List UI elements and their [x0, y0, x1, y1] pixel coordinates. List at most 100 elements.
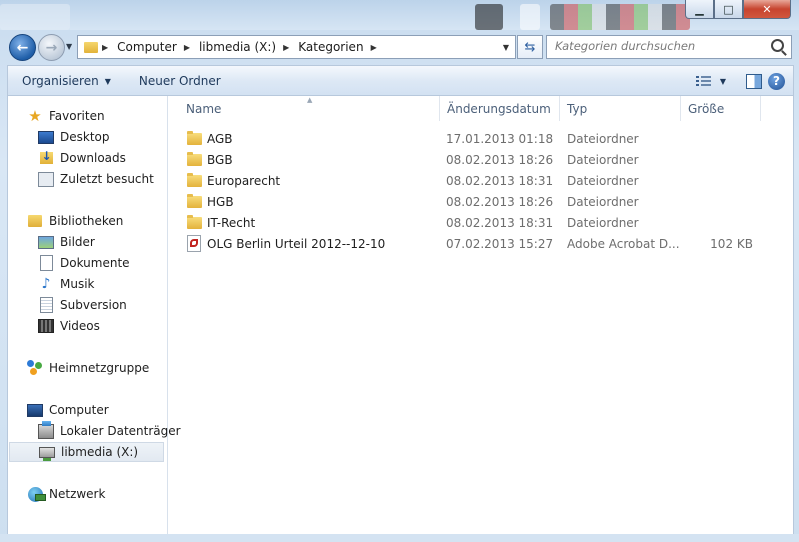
- sidebar-item-favoriten[interactable]: ★ Favoriten: [27, 106, 105, 126]
- chevron-right-icon[interactable]: ▶: [279, 43, 295, 52]
- sidebar-item-desktop[interactable]: Desktop: [38, 127, 110, 147]
- subversion-icon: [39, 297, 53, 313]
- chevron-right-icon: ▶: [102, 42, 109, 52]
- background-ghost: [475, 4, 503, 30]
- documents-icon: [39, 255, 53, 271]
- change-view-button[interactable]: [695, 75, 714, 88]
- sidebar-item-label: libmedia (X:): [61, 445, 139, 459]
- sidebar-item-dokumente[interactable]: Dokumente: [38, 253, 130, 273]
- help-icon[interactable]: ?: [768, 72, 785, 90]
- file-row[interactable]: AGB 17.01.2013 01:18 Dateiordner: [168, 128, 793, 149]
- close-button[interactable]: ✕: [743, 0, 791, 19]
- column-header-label: Größe: [688, 101, 725, 116]
- search-box[interactable]: [546, 35, 792, 59]
- title-bar: ▁ □ ✕: [0, 0, 799, 30]
- file-name: AGB: [207, 131, 233, 146]
- network-drive-icon: [39, 446, 55, 461]
- downloads-icon: [39, 149, 53, 164]
- back-arrow-icon: ←: [16, 39, 29, 56]
- column-header-size[interactable]: Größe: [681, 96, 761, 121]
- file-type: Dateiordner: [567, 173, 639, 188]
- file-name: IT-Recht: [207, 215, 256, 230]
- file-date: 08.02.2013 18:31: [446, 173, 554, 188]
- sidebar-item-recent[interactable]: Zuletzt besucht: [38, 169, 154, 189]
- sidebar-item-subversion[interactable]: Subversion: [38, 295, 127, 315]
- sidebar-item-label: Computer: [49, 403, 109, 417]
- sidebar-item-label: Dokumente: [60, 256, 130, 270]
- back-button[interactable]: ←: [9, 34, 36, 61]
- homegroup-icon: [27, 360, 43, 376]
- chevron-down-icon: ▼: [104, 76, 111, 86]
- close-icon: ✕: [762, 2, 772, 16]
- file-row[interactable]: BGB 08.02.2013 18:26 Dateiordner: [168, 149, 793, 170]
- sidebar-item-downloads[interactable]: Downloads: [38, 148, 126, 168]
- sidebar-item-label: Favoriten: [49, 109, 105, 123]
- chevron-right-icon[interactable]: ▶: [180, 43, 196, 52]
- new-folder-label: Neuer Ordner: [138, 74, 221, 88]
- sidebar-item-label: Musik: [60, 277, 95, 291]
- file-name: HGB: [207, 194, 234, 209]
- folder-icon: [187, 172, 202, 187]
- file-name: Europarecht: [207, 173, 281, 188]
- column-header-date[interactable]: Änderungsdatum: [440, 96, 560, 121]
- address-bar[interactable]: ▶ Computer ▶ libmedia (X:) ▶ Kategorien …: [77, 35, 516, 59]
- chevron-right-icon[interactable]: ▶: [367, 43, 383, 52]
- background-ghost: [520, 4, 540, 30]
- sidebar-item-label: Heimnetzgruppe: [49, 361, 150, 375]
- explorer-window: ▁ □ ✕ ← → ▼ ▶ Computer ▶ libmedia (X:) ▶…: [0, 0, 799, 542]
- breadcrumb-libmedia[interactable]: libmedia (X:): [196, 40, 279, 54]
- folder-icon: [187, 130, 202, 145]
- window-controls: ▁ □ ✕: [685, 0, 791, 19]
- column-header-type[interactable]: Typ: [560, 96, 681, 121]
- search-input[interactable]: [547, 36, 765, 56]
- sidebar-item-computer[interactable]: Computer: [27, 400, 109, 420]
- column-header-name[interactable]: Name: [168, 96, 440, 121]
- sidebar-item-musik[interactable]: ♪ Musik: [38, 274, 95, 294]
- breadcrumb-computer[interactable]: Computer: [114, 40, 180, 54]
- views-dropdown[interactable]: ▼: [720, 77, 726, 86]
- help-label: ?: [773, 74, 780, 88]
- forward-arrow-icon: →: [45, 39, 58, 56]
- recent-pages-button[interactable]: ▼: [66, 42, 72, 51]
- maximize-icon: □: [723, 2, 734, 16]
- sidebar-item-netzwerk[interactable]: Netzwerk: [27, 484, 105, 504]
- computer-icon: [27, 403, 43, 417]
- file-size: 102 KB: [710, 236, 753, 251]
- local-disk-icon: [38, 420, 54, 439]
- file-row[interactable]: OLG Berlin Urteil 2012--12-10 07.02.2013…: [168, 233, 793, 254]
- breadcrumb-kategorien[interactable]: Kategorien: [295, 40, 366, 54]
- file-row[interactable]: Europarecht 08.02.2013 18:31 Dateiordner: [168, 170, 793, 191]
- file-name: OLG Berlin Urteil 2012--12-10: [207, 236, 386, 251]
- background-ghost: [0, 534, 799, 542]
- music-icon: ♪: [41, 276, 51, 292]
- address-history-dropdown[interactable]: ▼: [497, 43, 515, 52]
- new-folder-button[interactable]: Neuer Ordner: [125, 66, 235, 96]
- file-list: ▲ Name Änderungsdatum Typ Größe AGB 17.0…: [168, 96, 793, 535]
- sidebar-item-label: Desktop: [60, 130, 110, 144]
- maximize-button[interactable]: □: [714, 0, 743, 19]
- file-size: [688, 149, 753, 170]
- organize-button[interactable]: Organisieren ▼: [8, 66, 125, 96]
- file-type: Dateiordner: [567, 152, 639, 167]
- file-type: Dateiordner: [567, 131, 639, 146]
- preview-pane-icon[interactable]: [746, 73, 762, 89]
- sidebar-item-lokaler-datentraeger[interactable]: Lokaler Datenträger: [38, 420, 181, 441]
- minimize-icon: ▁: [695, 2, 704, 16]
- file-row[interactable]: IT-Recht 08.02.2013 18:31 Dateiordner: [168, 212, 793, 233]
- sidebar-item-bibliotheken[interactable]: Bibliotheken: [27, 211, 123, 231]
- forward-button[interactable]: →: [38, 34, 65, 61]
- sidebar-item-libmedia[interactable]: libmedia (X:): [9, 442, 164, 462]
- sidebar-item-bilder[interactable]: Bilder: [38, 232, 95, 252]
- file-row[interactable]: HGB 08.02.2013 18:26 Dateiordner: [168, 191, 793, 212]
- folder-icon: [187, 193, 202, 208]
- search-icon[interactable]: [771, 39, 784, 52]
- refresh-button[interactable]: ⇆: [517, 35, 543, 59]
- pdf-icon: [187, 235, 201, 252]
- organize-label: Organisieren: [22, 74, 99, 88]
- sidebar-item-label: Bilder: [60, 235, 95, 249]
- sidebar-item-videos[interactable]: Videos: [38, 316, 100, 336]
- chevron-down-icon: ▼: [66, 42, 73, 51]
- sidebar-item-heimnetzgruppe[interactable]: Heimnetzgruppe: [27, 358, 149, 378]
- minimize-button[interactable]: ▁: [685, 0, 714, 19]
- command-bar: Organisieren ▼ Neuer Ordner ▼ ?: [7, 65, 794, 96]
